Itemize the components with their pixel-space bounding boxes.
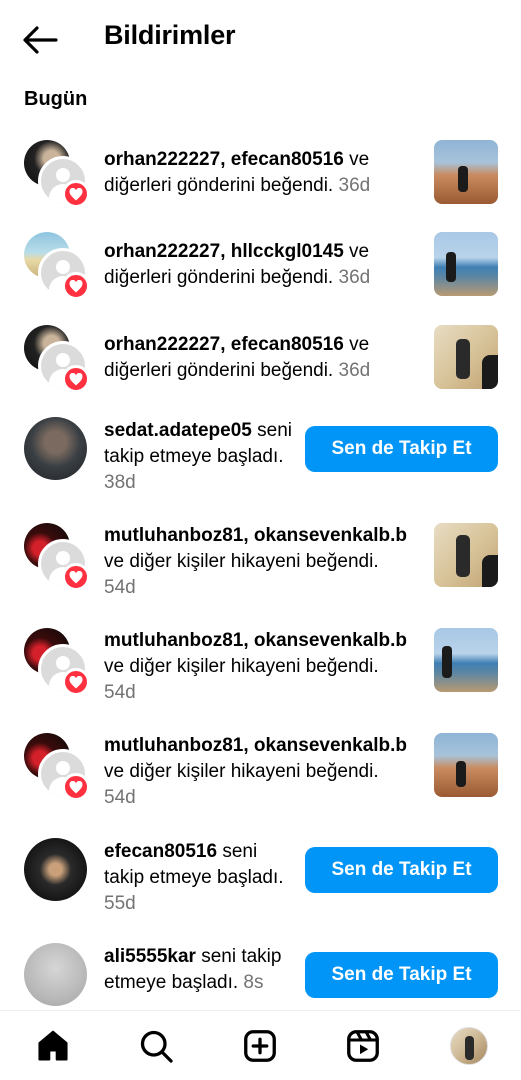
notification-row[interactable]: mutluhanboz81, okansevenkalb.b ve diğer …	[0, 733, 521, 838]
arrow-left-icon	[23, 26, 58, 54]
notification-text: orhan222227, efecan80516 ve diğerleri gö…	[104, 147, 414, 199]
username-link[interactable]: ali5555kar	[104, 946, 196, 967]
notification-message: ve diğer kişiler hikayeni beğendi.	[104, 551, 379, 572]
follow-back-button[interactable]: Sen de Takip Et	[305, 847, 498, 893]
notification-list[interactable]: orhan222227, efecan80516 ve diğerleri gö…	[0, 125, 521, 1010]
separator: ,	[243, 630, 254, 651]
notification-row[interactable]: orhan222227, efecan80516 ve diğerleri gö…	[0, 325, 521, 430]
username-link[interactable]: efecan80516	[231, 334, 344, 355]
heart-icon	[62, 563, 90, 591]
timestamp: 54d	[104, 682, 136, 703]
avatar[interactable]	[24, 417, 87, 480]
separator: ,	[243, 735, 254, 756]
separator: ,	[220, 241, 231, 262]
username-link[interactable]: hllcckgl0145	[231, 241, 344, 262]
reels-icon	[347, 1030, 379, 1062]
notification-row[interactable]: mutluhanboz81, okansevenkalb.b ve diğer …	[0, 628, 521, 733]
username-link[interactable]: orhan222227	[104, 241, 220, 262]
bottom-navigation	[0, 1010, 521, 1080]
section-heading-today: Bugün	[24, 88, 88, 110]
notification-text: ali5555kar seni takip etmeye başladı. 8s	[104, 944, 294, 996]
username-link[interactable]: mutluhanboz81	[104, 630, 243, 651]
avatar[interactable]	[24, 943, 87, 1006]
heart-icon	[62, 773, 90, 801]
notification-text: orhan222227, hllcckgl0145 ve diğerleri g…	[104, 239, 414, 291]
story-thumbnail[interactable]	[434, 628, 498, 692]
post-thumbnail[interactable]	[434, 232, 498, 296]
heart-icon	[62, 365, 90, 393]
notification-text: sedat.adatepe05 seni takip etmeye başlad…	[104, 418, 294, 496]
avatar[interactable]	[24, 838, 87, 901]
story-thumbnail[interactable]	[434, 733, 498, 797]
timestamp: 36d	[338, 175, 371, 196]
avatar-stack[interactable]	[24, 523, 90, 591]
timestamp: 38d	[104, 472, 136, 493]
username-link[interactable]: mutluhanboz81	[104, 735, 243, 756]
notification-row[interactable]: efecan80516 seni takip etmeye başladı. 5…	[0, 838, 521, 943]
timestamp: 54d	[104, 577, 136, 598]
nav-create[interactable]	[237, 1023, 283, 1069]
username-link[interactable]: orhan222227	[104, 334, 220, 355]
timestamp: 36d	[338, 360, 371, 381]
separator: ,	[243, 525, 254, 546]
username-link[interactable]: orhan222227	[104, 149, 220, 170]
username-link[interactable]: efecan80516	[231, 149, 344, 170]
username-link[interactable]: okansevenkalb.b	[254, 525, 407, 546]
avatar-stack[interactable]	[24, 628, 90, 696]
timestamp: 55d	[104, 893, 136, 914]
notification-row[interactable]: ali5555kar seni takip etmeye başladı. 8s…	[0, 943, 521, 1010]
story-thumbnail[interactable]	[434, 523, 498, 587]
header: Bildirimler	[0, 0, 521, 80]
home-icon	[38, 1030, 68, 1061]
separator: ,	[220, 149, 231, 170]
avatar-stack[interactable]	[24, 733, 90, 801]
avatar-stack[interactable]	[24, 325, 90, 393]
username-link[interactable]: mutluhanboz81	[104, 525, 243, 546]
avatar-stack[interactable]	[24, 232, 90, 300]
timestamp: 36d	[338, 267, 371, 288]
username-link[interactable]: okansevenkalb.b	[254, 630, 407, 651]
heart-icon	[62, 668, 90, 696]
nav-search[interactable]	[133, 1023, 179, 1069]
back-button[interactable]	[20, 22, 60, 58]
username-link[interactable]: okansevenkalb.b	[254, 735, 407, 756]
follow-back-button[interactable]: Sen de Takip Et	[305, 952, 498, 998]
timestamp: 54d	[104, 787, 136, 808]
page-title: Bildirimler	[104, 20, 236, 50]
notification-row[interactable]: orhan222227, efecan80516 ve diğerleri gö…	[0, 140, 521, 245]
notification-text: orhan222227, efecan80516 ve diğerleri gö…	[104, 332, 414, 384]
follow-back-button[interactable]: Sen de Takip Et	[305, 426, 498, 472]
username-link[interactable]: sedat.adatepe05	[104, 420, 252, 441]
username-link[interactable]: efecan80516	[104, 841, 217, 862]
heart-icon	[62, 272, 90, 300]
notification-text: mutluhanboz81, okansevenkalb.b ve diğer …	[104, 733, 414, 811]
notification-text: efecan80516 seni takip etmeye başladı. 5…	[104, 839, 294, 917]
notification-row[interactable]: orhan222227, hllcckgl0145 ve diğerleri g…	[0, 232, 521, 337]
notification-text: mutluhanboz81, okansevenkalb.b ve diğer …	[104, 628, 414, 706]
notification-row[interactable]: sedat.adatepe05 seni takip etmeye başlad…	[0, 417, 521, 522]
post-thumbnail[interactable]	[434, 140, 498, 204]
notification-message: ve diğer kişiler hikayeni beğendi.	[104, 656, 379, 677]
nav-reels[interactable]	[340, 1023, 386, 1069]
create-post-icon	[244, 1030, 276, 1062]
nav-home[interactable]	[30, 1023, 76, 1069]
separator: ,	[220, 334, 231, 355]
notification-row[interactable]: mutluhanboz81, okansevenkalb.b ve diğer …	[0, 523, 521, 628]
post-thumbnail[interactable]	[434, 325, 498, 389]
timestamp: 8s	[243, 972, 264, 993]
profile-avatar	[450, 1027, 488, 1065]
notification-message: ve diğer kişiler hikayeni beğendi.	[104, 761, 379, 782]
notification-text: mutluhanboz81, okansevenkalb.b ve diğer …	[104, 523, 414, 601]
search-icon	[140, 1030, 173, 1063]
avatar-stack[interactable]	[24, 140, 90, 208]
nav-profile[interactable]	[446, 1023, 492, 1069]
heart-icon	[62, 180, 90, 208]
